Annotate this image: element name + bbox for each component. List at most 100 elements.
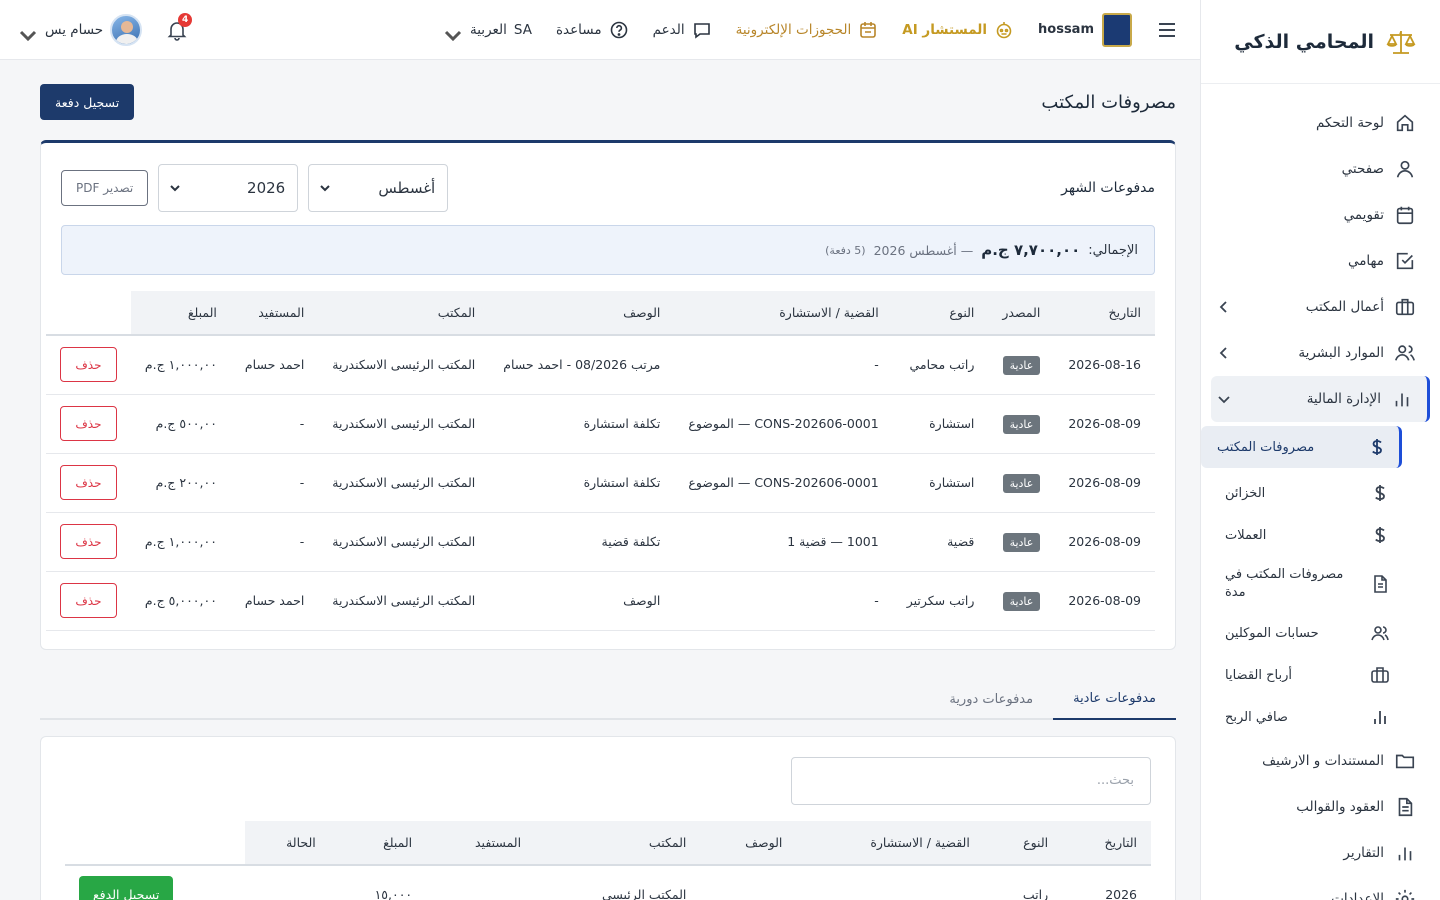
col-actions [65, 820, 245, 866]
sub-item-case-profits[interactable]: أرباح القضايا [1201, 654, 1426, 696]
sub-item-label: مصروفات المكتب [1217, 439, 1315, 455]
export-pdf-button[interactable]: تصدير PDF [61, 170, 149, 206]
sidebar-nav: لوحة التحكم صفحتي تقويمي مهامي أعمال الم… [1201, 84, 1440, 900]
col-case: القضية / الاستشارة [796, 820, 984, 866]
source-badge: عادية [1002, 415, 1041, 434]
mark-paid-button[interactable]: تسجيل الدفع [79, 876, 174, 900]
sidebar-item-calendar[interactable]: تقويمي [1201, 192, 1440, 238]
record-payment-button[interactable]: تسجيل دفعة [40, 84, 135, 120]
total-summary: الإجمالي: ٧,٧٠٠,٠٠ ج.م — أغسطس 2026 (5 د… [61, 225, 1155, 275]
sidebar-item-contracts[interactable]: العقود والقوالب [1201, 784, 1440, 830]
month-select[interactable]: أغسطس [308, 164, 449, 212]
cell-case: - [674, 335, 893, 395]
filters: أغسطس 2026 تصدير PDF [61, 164, 449, 212]
delete-button[interactable]: حذف [59, 524, 117, 559]
sidebar-item-label: المستندات و الارشيف [1262, 753, 1384, 769]
sub-item-office-expenses[interactable]: مصروفات المكتب [1201, 426, 1402, 468]
sidebar-item-tasks[interactable]: مهامي [1201, 238, 1440, 284]
main-content: مصروفات المكتب تسجيل دفعة مدفوعات الشهر … [40, 60, 1176, 900]
cell-source: عادية [988, 512, 1055, 572]
sidebar-item-documents[interactable]: المستندات و الارشيف [1201, 738, 1440, 784]
col-case: القضية / الاستشارة [674, 291, 893, 336]
support-link[interactable]: الدعم [653, 20, 712, 40]
help-icon [609, 20, 629, 40]
cell-case: 1001 — قضية 1 [674, 512, 893, 572]
delete-button[interactable]: حذف [59, 347, 117, 383]
total-label: الإجمالي: [1088, 242, 1138, 258]
cell-date: 2026-08-16 [1054, 335, 1155, 395]
sidebar-item-label: العقود والقوالب [1296, 799, 1384, 815]
help-label: مساعدة [555, 21, 602, 38]
sub-item-label: صافي الربح [1225, 709, 1288, 725]
bookings-label: الحجوزات الإلكترونية [735, 21, 852, 38]
sidebar-item-label: مهامي [1347, 253, 1384, 269]
calendar-icon [1394, 204, 1416, 226]
chevron-down-icon [169, 182, 181, 194]
col-date: التاريخ [1062, 820, 1151, 866]
sub-item-currencies[interactable]: العملات [1201, 514, 1426, 556]
language-switcher[interactable]: SA العربية [444, 21, 532, 41]
tab-recurring-payments[interactable]: مدفوعات دورية [929, 680, 1053, 720]
sidebar-item-finance[interactable]: الإدارة المالية [1211, 376, 1430, 422]
sidebar-item-office-work[interactable]: أعمال المكتب [1201, 284, 1440, 330]
chat-icon [692, 20, 712, 40]
cell-type: قضية [892, 512, 989, 572]
user-menu[interactable]: حسام يس [19, 13, 143, 46]
cell-date: 2026-08-09 [1054, 571, 1155, 631]
cell-amount: ١,٠٠٠,٠٠ ج.م [130, 335, 231, 395]
brand-name: المحامي الذكي [1234, 30, 1374, 53]
menu-icon[interactable] [1156, 19, 1178, 41]
regular-payments-card: التاريخ النوع القضية / الاستشارة الوصف ا… [40, 735, 1176, 900]
check-square-icon [1394, 250, 1416, 272]
cell-office: المكتب الرئيسى الاسكندرية [318, 453, 490, 513]
year-select[interactable]: 2026 [158, 164, 299, 212]
calendar-icon [858, 20, 878, 40]
cell-beneficiary [426, 864, 536, 900]
total-amount: ٧,٧٠٠,٠٠ ج.م [981, 241, 1081, 259]
table-header-row: التاريخ النوع القضية / الاستشارة الوصف ا… [65, 820, 1151, 866]
sidebar-item-label: لوحة التحكم [1315, 115, 1384, 131]
chevron-left-icon [1217, 300, 1231, 314]
delete-button[interactable]: حذف [59, 583, 117, 618]
page-header: مصروفات المكتب تسجيل دفعة [40, 84, 1176, 120]
cell-beneficiary: - [230, 512, 319, 572]
ai-consultant-link[interactable]: المستشار AI [902, 20, 1014, 40]
col-type: النوع [983, 820, 1063, 866]
sub-item-net-profit[interactable]: صافي الربح [1201, 696, 1426, 738]
sidebar-item-label: التقارير [1343, 845, 1384, 861]
sub-item-client-accounts[interactable]: حسابات الموكلين [1201, 612, 1426, 654]
dollar-icon [1367, 437, 1387, 457]
cell-office: المكتب الرئيسي [535, 864, 701, 900]
cell-description: تكلفة استشارة [489, 453, 675, 513]
sub-item-label: حسابات الموكلين [1225, 625, 1319, 641]
office-logo [1102, 12, 1132, 47]
col-beneficiary: المستفيد [230, 291, 319, 336]
sub-item-expenses-period[interactable]: مصروفات المكتب في مدة [1201, 556, 1426, 612]
sidebar-item-dashboard[interactable]: لوحة التحكم [1201, 100, 1440, 146]
sidebar-item-reports[interactable]: التقارير [1201, 830, 1440, 876]
help-link[interactable]: مساعدة [556, 20, 629, 40]
ai-consultant-label: المستشار AI [902, 21, 988, 38]
tab-regular-payments[interactable]: مدفوعات عادية [1053, 680, 1176, 720]
table-row: 2026-08-09 عادية استشارة CONS-202606-000… [45, 453, 1155, 513]
cell-beneficiary: احمد حسام [230, 571, 319, 631]
delete-button[interactable]: حذف [59, 465, 117, 500]
table-row: 2026-08-09 عادية قضية 1001 — قضية 1 تكلف… [45, 512, 1155, 572]
sidebar-item-hr[interactable]: الموارد البشرية [1201, 330, 1440, 376]
notifications-button[interactable]: 4 [166, 12, 193, 41]
total-period: — أغسطس 2026 [873, 242, 974, 258]
table-row: 2026-08-09 عادية راتب سكرتير - الوصف الم… [45, 571, 1155, 631]
page-title: مصروفات المكتب [1041, 91, 1176, 113]
bookings-link[interactable]: الحجوزات الإلكترونية [736, 20, 879, 40]
card-header: مدفوعات الشهر أغسطس 2026 تصدير PDF [61, 163, 1155, 213]
delete-button[interactable]: حذف [59, 406, 117, 441]
sidebar-item-profile[interactable]: صفحتي [1201, 146, 1440, 192]
dollar-icon [1370, 525, 1390, 545]
account-badge[interactable]: hossam [1038, 12, 1132, 47]
sub-item-treasuries[interactable]: الخزائن [1201, 472, 1426, 514]
language-label: العربية [470, 21, 507, 38]
sidebar-item-settings[interactable]: الإعدادات [1201, 876, 1440, 900]
chevron-left-icon [1217, 346, 1231, 360]
search-input[interactable] [791, 756, 1151, 805]
sidebar-item-label: الإعدادات [1331, 891, 1384, 900]
